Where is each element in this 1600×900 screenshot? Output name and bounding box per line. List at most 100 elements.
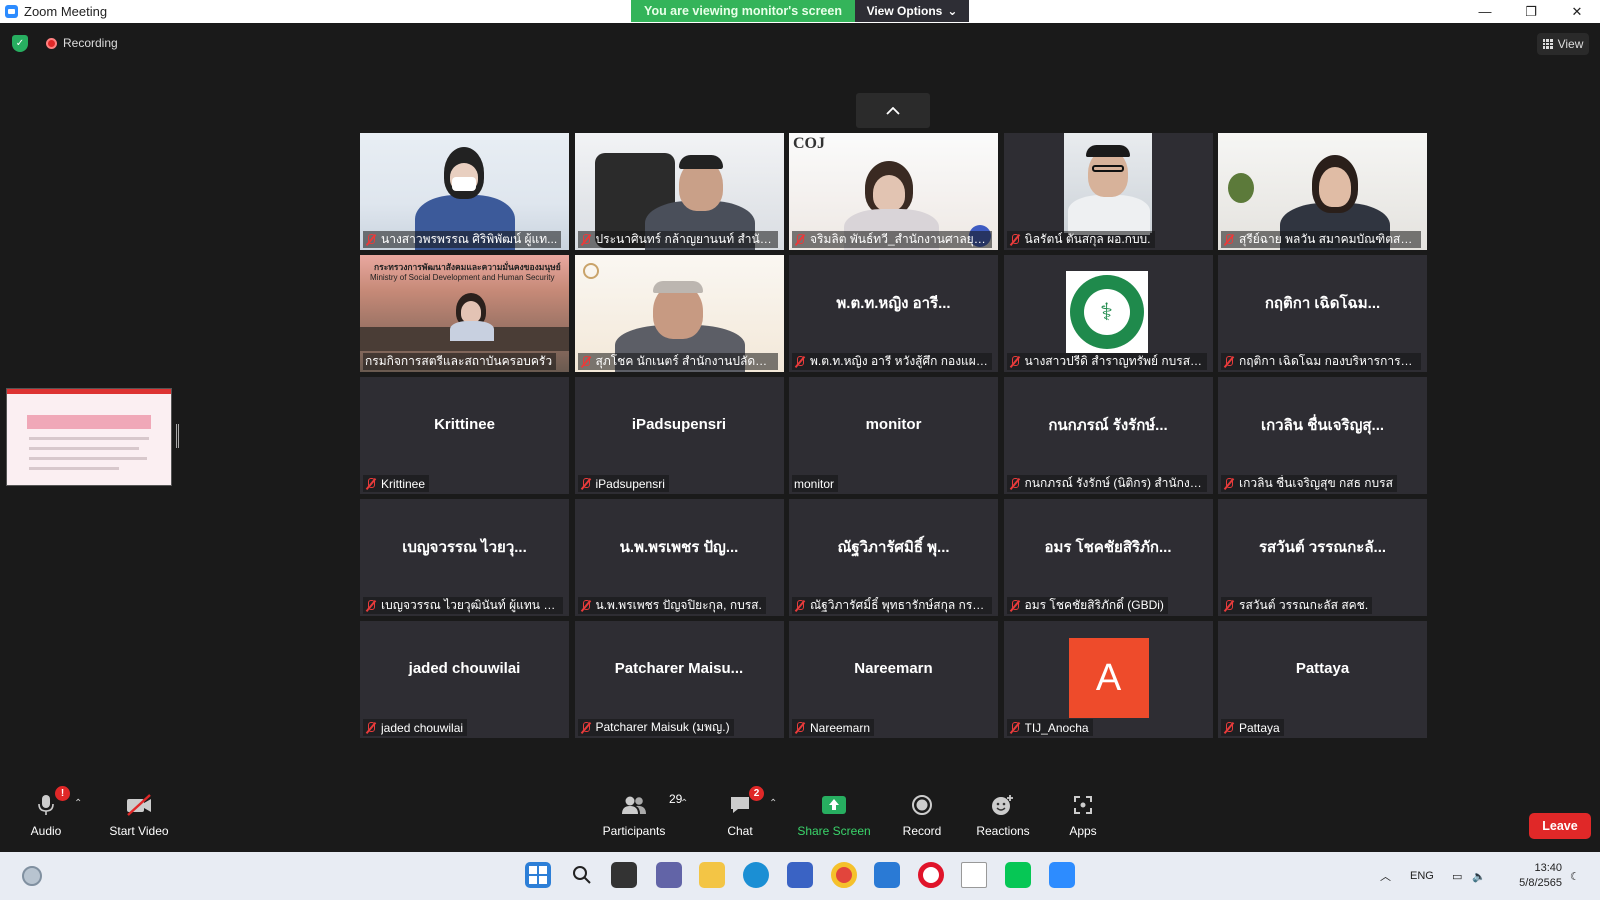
tray-overflow-chevron-icon[interactable]: ︿ (1380, 852, 1391, 900)
weather-widget-icon[interactable] (22, 866, 42, 886)
participant-name-label: กนกภรณ์ รังรักษ์ (นิติกร) สำนักงา... (1006, 475, 1207, 492)
participant-tile[interactable]: เกวลิน ชื่นเจริญสุ... เกวลิน ชื่นเจริญสุ… (1218, 377, 1427, 494)
participant-tile[interactable]: พ.ต.ท.หญิง อารี... พ.ต.ท.หญิง อารี หวังส… (789, 255, 998, 372)
participant-tile[interactable]: Patcharer Maisu... Patcharer Maisuk (มพญ… (574, 621, 784, 738)
chat-button[interactable]: 2 Chat (723, 786, 764, 838)
participant-tile[interactable]: A TIJ_Anocha (1003, 621, 1213, 738)
recording-indicator[interactable]: Recording (46, 36, 118, 50)
participant-tile[interactable]: สุภโชค นักเนตร์ สำนักงานปลัดกระทรวงสุ... (574, 255, 784, 372)
participant-tile[interactable]: jaded chouwilai jaded chouwilai (360, 621, 569, 738)
os-taskbar: ︿ ENG ▭ 🔈 13:40 5/8/2565 ☾ (0, 852, 1600, 900)
muted-mic-icon (580, 355, 592, 368)
store-icon[interactable] (787, 862, 813, 888)
participant-tile[interactable]: monitor monitor (789, 377, 998, 494)
participant-tile-active-speaker[interactable]: กระทรวงการพัฒนาสังคมและความมั่นคงของมนุษ… (360, 255, 569, 372)
participant-tile[interactable]: Pattaya Pattaya (1218, 621, 1427, 738)
search-icon[interactable] (569, 862, 595, 888)
participant-tile[interactable]: กฤติกา เฉิดโฉม... กฤติกา เฉิดโฉม กองบริห… (1218, 255, 1427, 372)
muted-mic-icon (1009, 355, 1021, 368)
leave-button[interactable]: Leave (1529, 813, 1591, 839)
chrome-browser-icon[interactable] (831, 862, 857, 888)
audio-options-caret[interactable]: ⌃ (74, 798, 82, 809)
participant-name-label: ประนาศินทร์ กล้าญยานนท์ สำนักง... (577, 231, 778, 248)
participant-name-label: จริมลิต พันธ์ทวี_สำนักงานศาลยุติธ... (792, 231, 992, 248)
share-screen-button[interactable]: Share Screen (797, 790, 871, 838)
apps-button[interactable]: Apps (1066, 790, 1100, 838)
input-language-indicator[interactable]: ENG (1410, 852, 1434, 900)
participant-tile[interactable]: กนกภรณ์ รังรักษ์... กนกภรณ์ รังรักษ์ (นิ… (1003, 377, 1213, 494)
participant-tile[interactable]: Nareemarn Nareemarn (789, 621, 998, 738)
network-icon[interactable]: ▭ (1452, 852, 1462, 900)
participant-tile[interactable]: iPadsupensri iPadsupensri (574, 377, 784, 494)
participant-tile[interactable]: สุรีย์ฉาย พลวัน สมาคมบัณฑิตสตรี... (1218, 133, 1427, 250)
participant-tile[interactable]: เบญจวรรณ ไวยวุ... เบญจวรรณ ไวยวุฒินันท์ … (360, 499, 569, 616)
participant-display-name: jaded chouwilai (408, 660, 521, 677)
line-messenger-icon[interactable] (1005, 862, 1031, 888)
minimize-button[interactable]: — (1462, 0, 1508, 23)
participant-tile[interactable]: ประนาศินทร์ กล้าญยานนท์ สำนักง... (574, 133, 784, 250)
teams-chat-icon[interactable] (656, 862, 682, 888)
encryption-shield-icon[interactable]: ✓ (12, 35, 28, 52)
participant-display-name: ณัฐวิภารัศมิธิ์ พุ... (837, 538, 950, 556)
microphone-icon (38, 795, 54, 815)
participant-tile[interactable]: ณัฐวิภารัศมิธิ์ พุ... ณัฐวิภารัศมิ์ธิ์ พ… (789, 499, 998, 616)
windows-start-icon[interactable] (525, 862, 551, 888)
participant-display-name: กนกภรณ์ รังรักษ์... (1048, 416, 1168, 434)
audio-warning-badge: ! (55, 786, 70, 801)
chat-options-caret[interactable]: ⌃ (769, 798, 777, 809)
thumbnail-title-band (27, 415, 151, 429)
notifications-icon[interactable]: ☾ (1570, 852, 1580, 900)
view-options-button[interactable]: View Options ⌄ (855, 0, 969, 22)
reactions-button[interactable]: Reactions (974, 790, 1032, 838)
coj-logo: COJ (793, 135, 825, 152)
participant-display-name: Patcharer Maisu... (614, 660, 744, 677)
mail-icon[interactable] (874, 862, 900, 888)
edge-browser-icon[interactable] (743, 862, 769, 888)
zoom-app-icon (5, 5, 18, 18)
video-gallery: นางสาวพรพรรณ ศิริพิพัฒน์ ผู้แท... ประนาศ… (360, 133, 1427, 738)
thumbnail-resize-handle[interactable] (176, 424, 179, 448)
muted-mic-icon (580, 477, 592, 490)
participant-display-name: กฤติกา เฉิดโฉม... (1264, 294, 1381, 312)
view-layout-button[interactable]: View (1537, 33, 1589, 55)
participants-button[interactable]: 29 Participants (599, 790, 683, 838)
task-view-icon[interactable] (611, 862, 637, 888)
participant-tile[interactable]: COJ จริมลิต พันธ์ทวี_สำนักงานศาลยุติธ... (789, 133, 998, 250)
participant-name-label: สุรีย์ฉาย พลวัน สมาคมบัณฑิตสตรี... (1221, 231, 1421, 248)
participant-name-label: กรมกิจการสตรีและสถาบันครอบครัว (363, 353, 557, 370)
muted-mic-icon (365, 721, 377, 734)
record-button[interactable]: Record (902, 790, 942, 838)
participant-tile[interactable]: ⚕ นางสาวปรีดิ สำราญทรัพย์ กบรส.ส... (1003, 255, 1213, 372)
video-off-icon (127, 794, 151, 816)
participant-tile[interactable]: น.พ.พรเพชร ปัญ... น.พ.พรเพชร ปัญจปิยะกุล… (574, 499, 784, 616)
audio-label: Audio (30, 824, 62, 838)
grid-icon (1542, 39, 1553, 49)
participant-display-name: Krittinee (434, 416, 495, 433)
participant-name-label: iPadsupensri (577, 475, 669, 492)
meeting-controls-toolbar: ! Audio ⌃ Start Video 29 Participants ⌃ … (0, 786, 1600, 852)
close-button[interactable]: ✕ (1554, 0, 1600, 23)
file-explorer-icon[interactable] (699, 862, 725, 888)
participant-tile[interactable]: Krittinee Krittinee (360, 377, 569, 494)
participant-tile[interactable]: นิลรัตน์ ตันสกุล ผอ.กบบ. (1003, 133, 1213, 250)
participant-tile[interactable]: อมร โชคชัยสิริภัก... อมร โชคชัยสิริภักดิ… (1003, 499, 1213, 616)
restore-button[interactable]: ❐ (1508, 0, 1554, 23)
participant-display-name: iPadsupensri (631, 416, 727, 433)
zoom-taskbar-icon[interactable] (1049, 862, 1075, 888)
collapse-gallery-button[interactable] (856, 93, 930, 128)
system-clock[interactable]: 13:40 5/8/2565 (1502, 861, 1562, 891)
muted-mic-icon (365, 233, 377, 246)
shared-screen-thumbnail[interactable] (6, 388, 172, 486)
participant-tile[interactable]: นางสาวพรพรรณ ศิริพิพัฒน์ ผู้แท... (360, 133, 569, 250)
opera-browser-icon[interactable] (918, 862, 944, 888)
document-file-icon[interactable] (961, 862, 987, 888)
participants-options-caret[interactable]: ⌃ (680, 798, 688, 809)
participant-display-name: monitor (865, 416, 922, 433)
ministry-banner-subtitle: Ministry of Social Development and Human… (370, 273, 555, 282)
start-video-button[interactable]: Start Video (106, 790, 172, 838)
participant-tile[interactable]: รสวันต์ วรรณกะลั... รสวันต์ วรรณกะลัส สค… (1218, 499, 1427, 616)
volume-icon[interactable]: 🔈 (1472, 852, 1486, 900)
record-dot-icon (46, 37, 57, 49)
chevron-down-icon: ⌄ (947, 4, 958, 18)
audio-button[interactable]: ! Audio (28, 786, 70, 838)
